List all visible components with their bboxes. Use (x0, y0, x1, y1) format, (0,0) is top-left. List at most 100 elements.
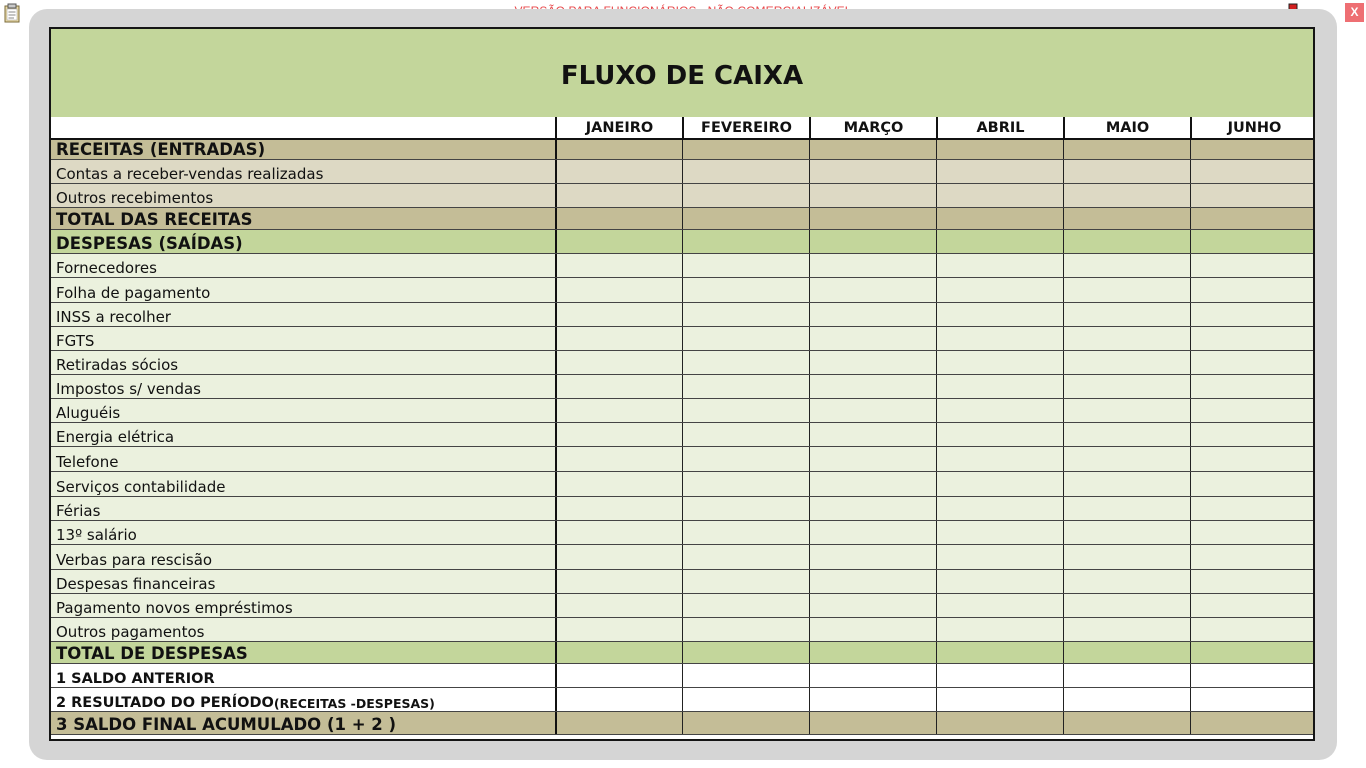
value-cell[interactable] (1190, 278, 1317, 303)
value-cell[interactable] (682, 184, 809, 208)
value-cell[interactable] (936, 230, 1063, 254)
value-cell[interactable] (1063, 184, 1190, 208)
value-cell[interactable] (682, 303, 809, 327)
value-cell[interactable] (1063, 423, 1190, 447)
value-cell[interactable] (682, 570, 809, 594)
value-cell[interactable] (1190, 497, 1317, 521)
value-cell[interactable] (1190, 688, 1317, 712)
value-cell[interactable] (555, 184, 682, 208)
value-cell[interactable] (809, 184, 936, 208)
value-cell[interactable] (555, 375, 682, 399)
value-cell[interactable] (1063, 545, 1190, 570)
value-cell[interactable] (809, 664, 936, 688)
value-cell[interactable] (555, 351, 682, 375)
value-cell[interactable] (1063, 447, 1190, 472)
value-cell[interactable] (809, 618, 936, 642)
value-cell[interactable] (1063, 375, 1190, 399)
value-cell[interactable] (936, 375, 1063, 399)
value-cell[interactable] (1063, 664, 1190, 688)
value-cell[interactable] (1190, 472, 1317, 497)
value-cell[interactable] (1190, 594, 1317, 618)
value-cell[interactable] (936, 618, 1063, 642)
value-cell[interactable] (1063, 521, 1190, 545)
value-cell[interactable] (555, 254, 682, 278)
value-cell[interactable] (1063, 230, 1190, 254)
value-cell[interactable] (555, 423, 682, 447)
value-cell[interactable] (555, 208, 682, 230)
value-cell[interactable] (936, 545, 1063, 570)
value-cell[interactable] (1063, 303, 1190, 327)
value-cell[interactable] (682, 375, 809, 399)
value-cell[interactable] (1190, 447, 1317, 472)
value-cell[interactable] (809, 521, 936, 545)
value-cell[interactable] (936, 208, 1063, 230)
value-cell[interactable] (1063, 472, 1190, 497)
value-cell[interactable] (1190, 140, 1317, 160)
value-cell[interactable] (682, 642, 809, 664)
value-cell[interactable] (682, 594, 809, 618)
value-cell[interactable] (1190, 375, 1317, 399)
value-cell[interactable] (936, 594, 1063, 618)
value-cell[interactable] (555, 140, 682, 160)
value-cell[interactable] (682, 140, 809, 160)
value-cell[interactable] (809, 594, 936, 618)
value-cell[interactable] (1063, 254, 1190, 278)
value-cell[interactable] (555, 230, 682, 254)
value-cell[interactable] (682, 208, 809, 230)
value-cell[interactable] (555, 642, 682, 664)
value-cell[interactable] (555, 399, 682, 423)
value-cell[interactable] (1190, 160, 1317, 184)
value-cell[interactable] (1190, 208, 1317, 230)
value-cell[interactable] (682, 399, 809, 423)
value-cell[interactable] (1190, 327, 1317, 351)
close-button[interactable]: X (1345, 3, 1364, 22)
value-cell[interactable] (1190, 351, 1317, 375)
value-cell[interactable] (936, 327, 1063, 351)
value-cell[interactable] (555, 497, 682, 521)
value-cell[interactable] (1063, 712, 1190, 735)
value-cell[interactable] (555, 594, 682, 618)
value-cell[interactable] (1190, 184, 1317, 208)
value-cell[interactable] (1063, 327, 1190, 351)
value-cell[interactable] (936, 351, 1063, 375)
value-cell[interactable] (682, 664, 809, 688)
value-cell[interactable] (1190, 423, 1317, 447)
value-cell[interactable] (936, 399, 1063, 423)
value-cell[interactable] (682, 521, 809, 545)
value-cell[interactable] (555, 545, 682, 570)
value-cell[interactable] (809, 160, 936, 184)
value-cell[interactable] (809, 399, 936, 423)
value-cell[interactable] (936, 521, 1063, 545)
value-cell[interactable] (1190, 570, 1317, 594)
value-cell[interactable] (555, 327, 682, 351)
value-cell[interactable] (555, 447, 682, 472)
value-cell[interactable] (809, 423, 936, 447)
value-cell[interactable] (809, 472, 936, 497)
value-cell[interactable] (936, 160, 1063, 184)
value-cell[interactable] (936, 712, 1063, 735)
value-cell[interactable] (1063, 278, 1190, 303)
value-cell[interactable] (1190, 664, 1317, 688)
value-cell[interactable] (809, 208, 936, 230)
value-cell[interactable] (682, 497, 809, 521)
value-cell[interactable] (809, 545, 936, 570)
value-cell[interactable] (555, 303, 682, 327)
value-cell[interactable] (682, 712, 809, 735)
value-cell[interactable] (682, 688, 809, 712)
value-cell[interactable] (555, 664, 682, 688)
value-cell[interactable] (1190, 230, 1317, 254)
value-cell[interactable] (809, 278, 936, 303)
value-cell[interactable] (936, 184, 1063, 208)
value-cell[interactable] (555, 521, 682, 545)
value-cell[interactable] (555, 570, 682, 594)
value-cell[interactable] (936, 140, 1063, 160)
value-cell[interactable] (1190, 254, 1317, 278)
value-cell[interactable] (1190, 618, 1317, 642)
value-cell[interactable] (555, 472, 682, 497)
value-cell[interactable] (682, 327, 809, 351)
value-cell[interactable] (809, 375, 936, 399)
value-cell[interactable] (555, 618, 682, 642)
clipboard-icon[interactable] (4, 3, 20, 23)
value-cell[interactable] (1063, 351, 1190, 375)
value-cell[interactable] (555, 160, 682, 184)
